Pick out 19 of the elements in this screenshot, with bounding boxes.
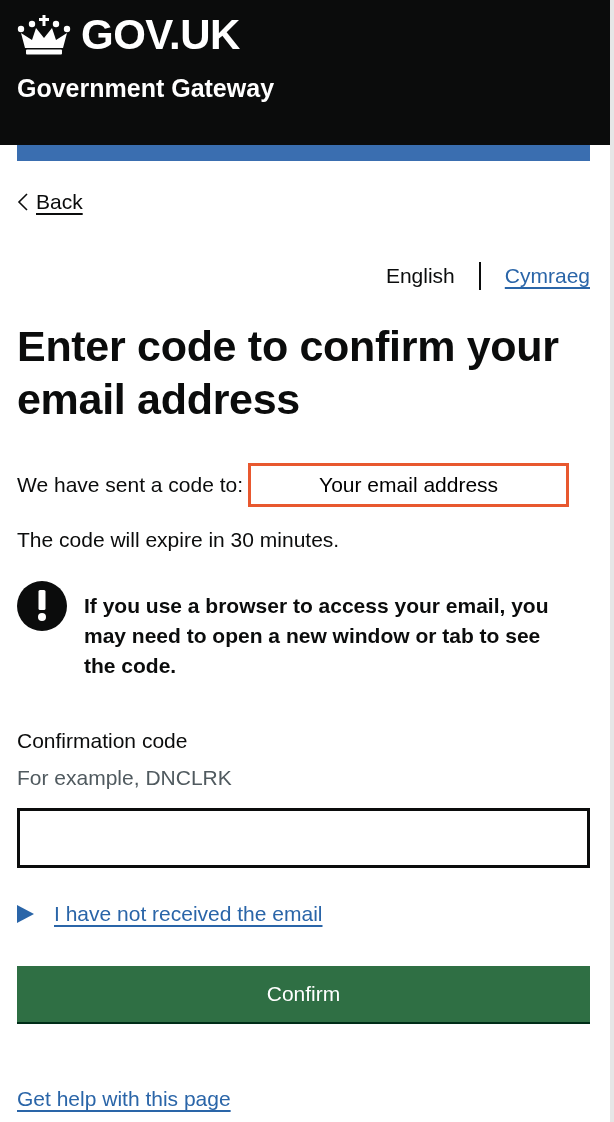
- confirm-button[interactable]: Confirm: [17, 966, 590, 1022]
- field-label: Confirmation code: [17, 728, 188, 754]
- field-hint: For example, DNCLRK: [17, 765, 232, 791]
- back-link[interactable]: Back: [17, 187, 83, 217]
- logo-text: GOV.UK: [81, 10, 240, 60]
- email-address-highlight: Your email address: [248, 463, 570, 507]
- crown-logo-icon: [17, 15, 71, 55]
- language-link[interactable]: Cymraeg: [504, 261, 590, 291]
- warning-text: If you use a browser to access your email, you may need to open a new window or tab to see the code.: [84, 593, 550, 679]
- service-name: Government Gateway: [17, 73, 275, 103]
- code-input[interactable]: [17, 808, 590, 868]
- chevron-left-icon: [17, 193, 28, 211]
- warning-icon: [17, 581, 67, 631]
- sent-to-text: We have sent a code to:: [17, 472, 244, 498]
- help-link[interactable]: Get help with this page: [17, 1084, 231, 1114]
- details-summary[interactable]: I have not received the email: [17, 899, 323, 929]
- page-heading: Enter code to confirm your email address: [17, 321, 560, 425]
- expiry-text: The code will expire in 30 minutes.: [17, 527, 340, 553]
- current-language: English: [385, 263, 455, 289]
